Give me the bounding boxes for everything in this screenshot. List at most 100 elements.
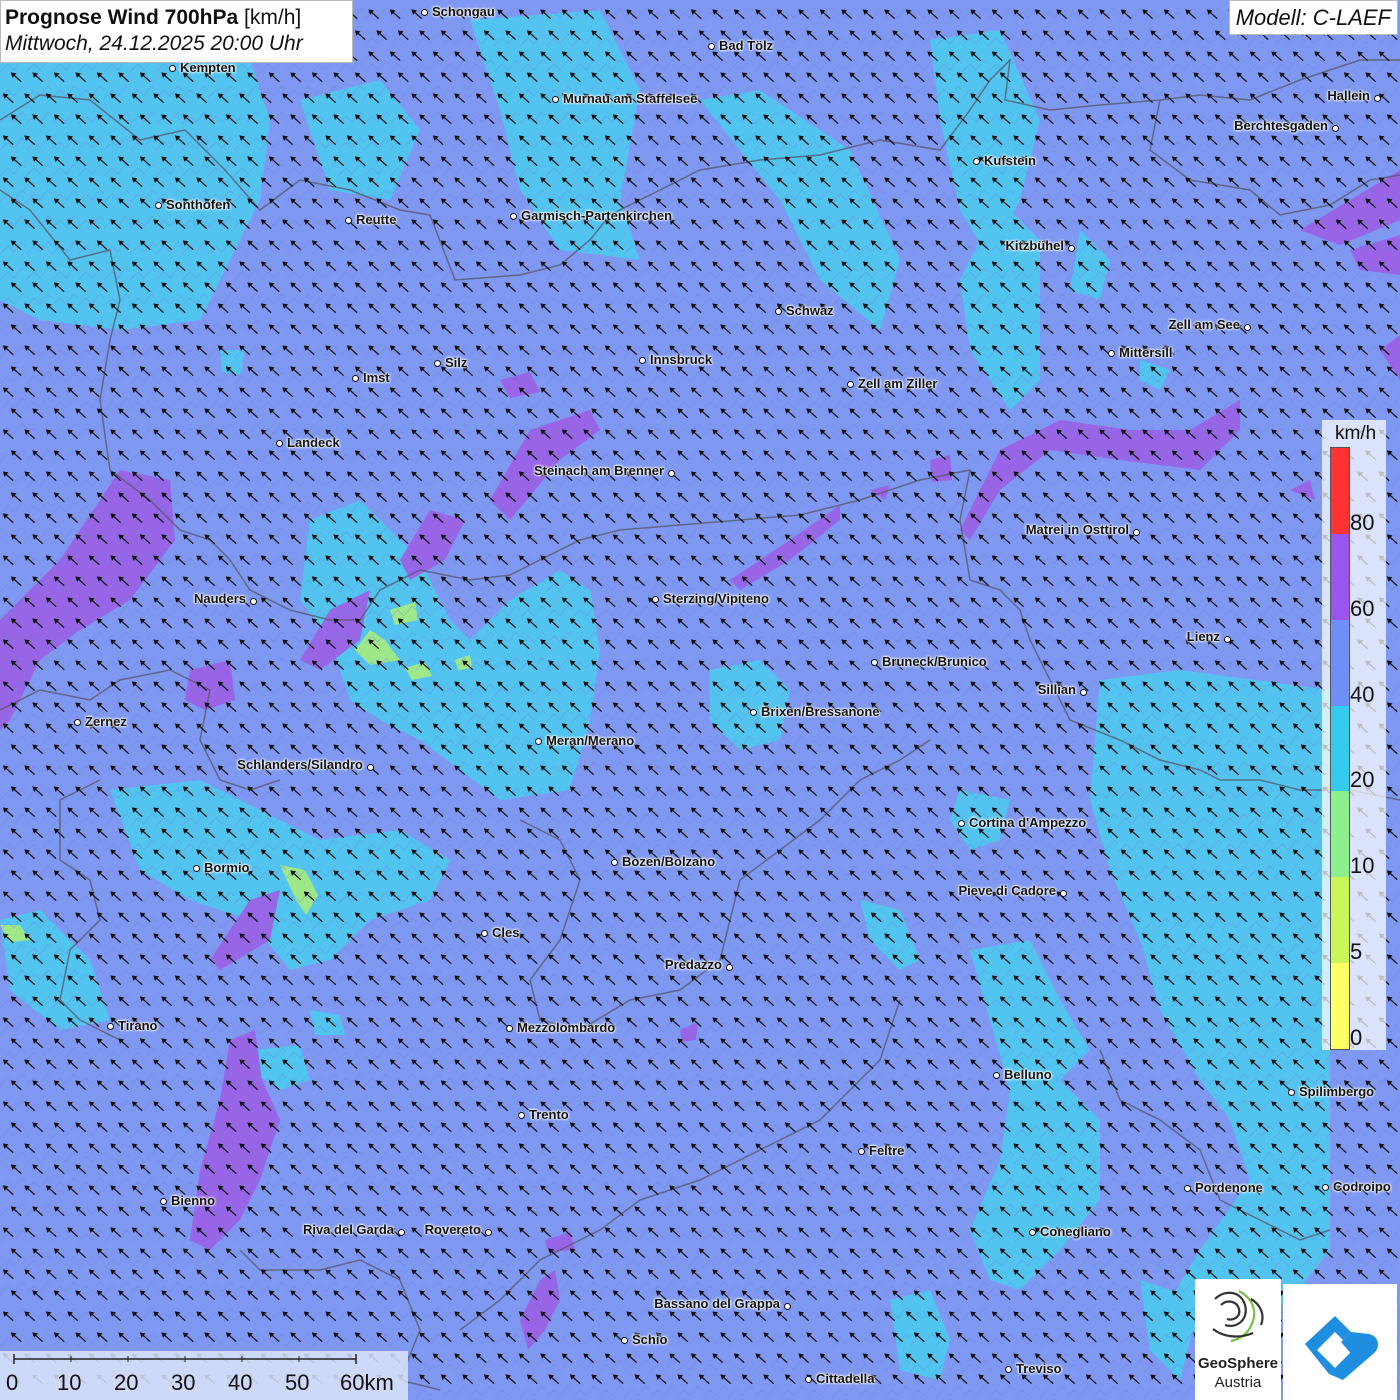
city-marker	[1183, 1184, 1191, 1192]
title-box: Prognose Wind 700hPa [km/h] Mittwoch, 24…	[0, 0, 353, 63]
city-marker	[1223, 635, 1231, 643]
city-marker	[509, 212, 517, 220]
city-marker	[1287, 1088, 1295, 1096]
city-marker	[1243, 323, 1251, 331]
scale-tick-label: 50	[285, 1370, 310, 1395]
city-label: Rovereto	[424, 1222, 481, 1237]
legend-class-swatch	[1331, 791, 1349, 878]
legend-class-label: 10	[1350, 853, 1375, 879]
city-label: Cles	[492, 925, 520, 940]
city-label: Cortina d'Ampezzo	[969, 815, 1087, 830]
city-label: Nauders	[193, 591, 246, 606]
city-marker	[957, 819, 965, 827]
city-marker	[774, 307, 782, 315]
map-title-unit: [km/h]	[244, 6, 302, 29]
city-label: Mittersill	[1119, 345, 1173, 360]
scale-tick-label: 10	[57, 1370, 82, 1395]
city-label: Pieve di Cadore	[958, 883, 1056, 898]
city-label: Bad Tölz	[719, 38, 774, 53]
city-marker	[192, 864, 200, 872]
city-label: Landeck	[287, 435, 340, 450]
city-marker	[534, 737, 542, 745]
legend-unit: km/h	[1335, 423, 1377, 444]
scale-tick-label: 30	[171, 1370, 196, 1395]
city-label: Sonthofen	[166, 197, 231, 212]
city-label: Zell am Ziller	[858, 376, 938, 391]
city-label: Treviso	[1016, 1361, 1062, 1376]
city-marker	[366, 763, 374, 771]
city-label: Feltre	[869, 1143, 905, 1158]
legend-class-swatch	[1331, 877, 1349, 964]
city-marker	[168, 64, 176, 72]
city-label: Sterzing/Vipiteno	[663, 591, 769, 606]
city-marker	[154, 201, 162, 209]
city-marker	[1079, 688, 1087, 696]
city-marker	[344, 216, 352, 224]
city-marker	[804, 1375, 812, 1383]
city-marker	[484, 1228, 492, 1236]
city-marker	[610, 858, 618, 866]
city-marker	[667, 469, 675, 477]
city-label: Brixen/Bressanone	[761, 704, 880, 719]
city-marker	[1067, 244, 1075, 252]
city-label: Schlanders/Silandro	[237, 757, 363, 772]
city-marker	[651, 595, 659, 603]
city-label: Bruneck/Brunico	[882, 654, 987, 669]
city-marker	[1331, 124, 1339, 132]
city-label: Garmisch-Partenkirchen	[521, 208, 673, 223]
model-label: Modell: C-LAEF	[1228, 0, 1398, 35]
city-marker	[433, 359, 441, 367]
city-label: Belluno	[1004, 1067, 1052, 1082]
legend-class-swatch	[1331, 533, 1349, 620]
city-marker	[420, 8, 428, 16]
city-marker	[1028, 1228, 1036, 1236]
city-marker	[1321, 1183, 1329, 1191]
scale-tick-label: 20	[114, 1370, 139, 1395]
map-title-main: Prognose Wind 700hPa	[5, 6, 239, 29]
city-marker	[857, 1147, 865, 1155]
city-label: Bassano del Grappa	[654, 1296, 780, 1311]
city-label: Silz	[445, 355, 468, 370]
city-marker	[480, 929, 488, 937]
forecast-datetime: Mittwoch, 24.12.2025 20:00 Uhr	[5, 32, 303, 55]
city-marker	[505, 1024, 513, 1032]
app-logo	[1283, 1284, 1397, 1400]
legend-color-bar	[1330, 447, 1350, 1050]
city-label: Steinach am Brenner	[533, 463, 664, 478]
city-marker	[275, 439, 283, 447]
city-label: Schio	[632, 1332, 668, 1347]
city-label: Kempten	[180, 60, 236, 75]
city-label: Zell am See	[1168, 317, 1240, 332]
city-marker	[870, 658, 878, 666]
city-marker	[159, 1197, 167, 1205]
city-marker	[620, 1336, 628, 1344]
city-marker	[638, 356, 646, 364]
geosphere-logo-mark-icon	[1212, 1290, 1264, 1343]
city-label: Codroipo	[1333, 1179, 1391, 1194]
geosphere-name: GeoSphere	[1197, 1355, 1279, 1372]
city-label: Predazzo	[664, 957, 722, 972]
city-label: Hallein	[1327, 88, 1370, 103]
city-marker	[551, 95, 559, 103]
city-label: Riva del Garda	[302, 1222, 394, 1237]
city-marker	[106, 1022, 114, 1030]
legend-class-label: 5	[1350, 939, 1363, 965]
city-label: Spilimbergo	[1299, 1084, 1375, 1099]
wind-forecast-map: Prognose Wind 700hPa [km/h] Mittwoch, 24…	[0, 0, 1400, 1400]
legend-class-label: 20	[1350, 767, 1375, 793]
city-marker	[249, 597, 257, 605]
city-label: Kufstein	[984, 153, 1036, 168]
city-marker	[1107, 349, 1115, 357]
city-marker	[783, 1302, 791, 1310]
scale-tick-label: 60km	[340, 1370, 394, 1395]
city-marker	[1004, 1365, 1012, 1373]
city-label: Mezzolombardo	[517, 1020, 616, 1035]
city-marker	[1373, 94, 1381, 102]
legend-class-swatch	[1331, 705, 1349, 792]
city-label: Meran/Merano	[546, 733, 635, 748]
city-marker	[397, 1228, 405, 1236]
legend-class-swatch	[1331, 619, 1349, 706]
scale-tick-label: 40	[228, 1370, 253, 1395]
geosphere-sub: Austria	[1214, 1374, 1262, 1391]
city-label: Innsbruck	[650, 352, 713, 367]
